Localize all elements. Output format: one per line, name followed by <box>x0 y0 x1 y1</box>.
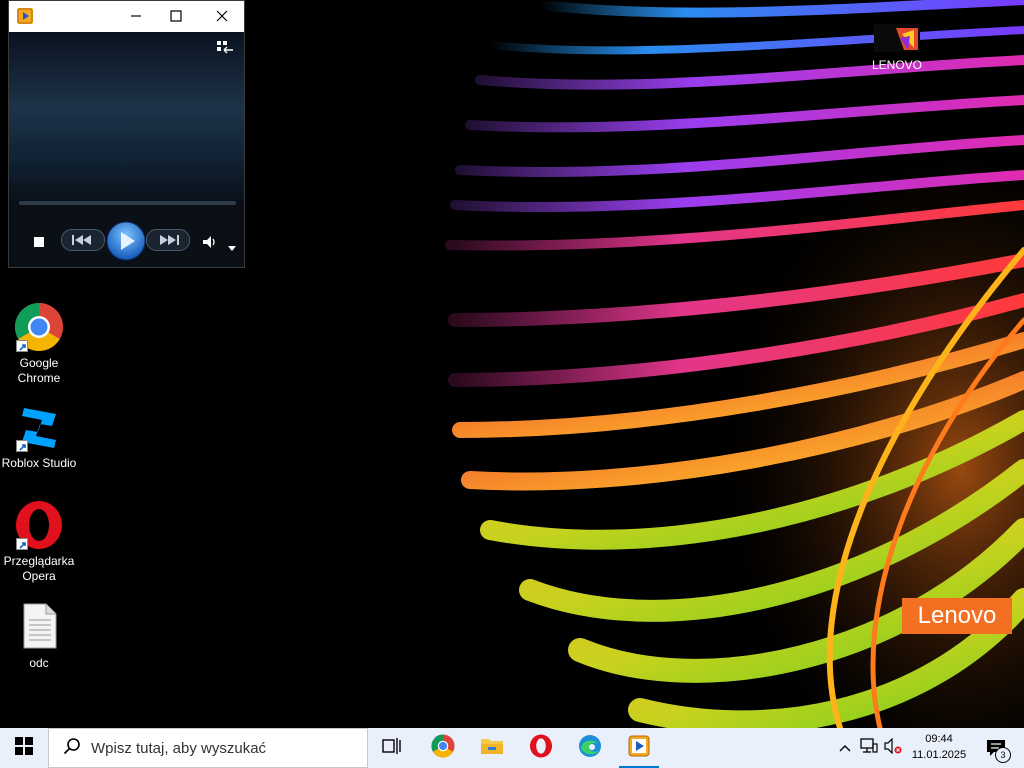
show-hidden-icons-button[interactable] <box>835 738 855 758</box>
next-button[interactable] <box>146 229 190 256</box>
playback-controls <box>9 217 244 269</box>
media-player-icon <box>17 8 33 24</box>
volume-muted-icon <box>884 737 902 759</box>
stop-button[interactable] <box>33 235 45 253</box>
window-titlebar[interactable] <box>9 1 244 32</box>
next-icon <box>146 229 190 255</box>
desktop-icon-opera[interactable]: Przeglądarka Opera <box>0 500 78 584</box>
task-view-button[interactable] <box>368 728 416 768</box>
volume-tray-button[interactable] <box>883 737 903 759</box>
show-hidden-icons-icon <box>839 739 851 757</box>
desktop-icon-label: Przeglądarka Opera <box>3 554 75 583</box>
network-icon <box>860 737 878 759</box>
edge-icon <box>578 734 602 763</box>
shortcut-arrow-icon <box>16 440 28 452</box>
desktop-icon-label: Roblox Studio <box>1 456 77 470</box>
taskbar-chrome[interactable] <box>419 728 467 768</box>
chrome-icon <box>431 733 455 763</box>
previous-icon <box>61 229 105 255</box>
taskbar-search-box[interactable]: Wpisz tutaj, aby wyszukać <box>48 728 368 768</box>
video-area[interactable] <box>9 32 244 202</box>
desktop-icon-odc[interactable]: odc <box>0 602 78 671</box>
search-placeholder: Wpisz tutaj, aby wyszukać <box>91 739 267 757</box>
switch-to-library-button[interactable] <box>216 40 234 61</box>
volume-dropdown-icon <box>228 239 236 256</box>
desktop-icon-google-chrome[interactable]: Google Chrome <box>0 302 78 386</box>
search-icon <box>63 737 81 760</box>
previous-button[interactable] <box>61 229 105 256</box>
seek-bar[interactable] <box>19 201 236 205</box>
task-view-icon <box>382 737 402 760</box>
desktop-item-label: LENOVO <box>871 58 922 72</box>
taskbar-clock[interactable]: 09:44 11.01.2025 <box>904 731 974 763</box>
volume-dropdown-button[interactable] <box>228 239 236 257</box>
chrome-icon <box>14 302 64 352</box>
minimize-icon <box>130 9 142 25</box>
network-button[interactable] <box>859 737 879 759</box>
start-button[interactable] <box>0 728 48 768</box>
folder-thumbnail-icon <box>874 24 920 52</box>
taskbar-opera[interactable] <box>517 728 565 768</box>
text-file-icon <box>14 602 64 652</box>
opera-icon <box>529 733 553 763</box>
desktop-icon-label: odc <box>29 656 49 670</box>
maximize-button[interactable] <box>153 1 199 32</box>
windows-logo-icon <box>15 736 33 760</box>
volume-button[interactable] <box>202 235 218 254</box>
clock-time: 09:44 <box>925 733 953 745</box>
desktop-item-lenovo[interactable]: LENOVO <box>860 24 934 72</box>
notification-count-badge: 3 <box>995 747 1011 763</box>
taskbar-edge[interactable] <box>566 728 614 768</box>
close-button[interactable] <box>199 1 245 32</box>
taskbar-media-player[interactable] <box>615 728 663 768</box>
shortcut-arrow-icon <box>16 538 28 550</box>
play-icon <box>106 221 146 265</box>
switch-to-library-icon <box>216 41 234 60</box>
opera-icon <box>14 500 64 550</box>
taskbar: Wpisz tutaj, aby wyszukać 09:44 11.01.20… <box>0 728 1024 768</box>
media-player-window[interactable] <box>8 0 245 268</box>
roblox-studio-icon <box>14 402 64 452</box>
play-button[interactable] <box>106 221 146 266</box>
stop-icon <box>33 235 45 252</box>
taskbar-file-explorer[interactable] <box>468 728 516 768</box>
shortcut-arrow-icon <box>16 340 28 352</box>
maximize-icon <box>170 9 182 25</box>
close-icon <box>216 9 228 25</box>
notification-icon: 3 <box>985 737 1011 763</box>
desktop-icon-label: Google Chrome <box>17 356 61 385</box>
volume-icon <box>202 236 218 253</box>
action-center-button[interactable]: 3 <box>976 728 1016 768</box>
clock-date: 11.01.2025 <box>911 749 967 761</box>
desktop-icon-roblox-studio[interactable]: Roblox Studio <box>0 402 78 471</box>
lenovo-logo: Lenovo <box>902 598 1012 634</box>
media-player-icon <box>628 735 650 762</box>
file-explorer-icon <box>480 736 504 761</box>
